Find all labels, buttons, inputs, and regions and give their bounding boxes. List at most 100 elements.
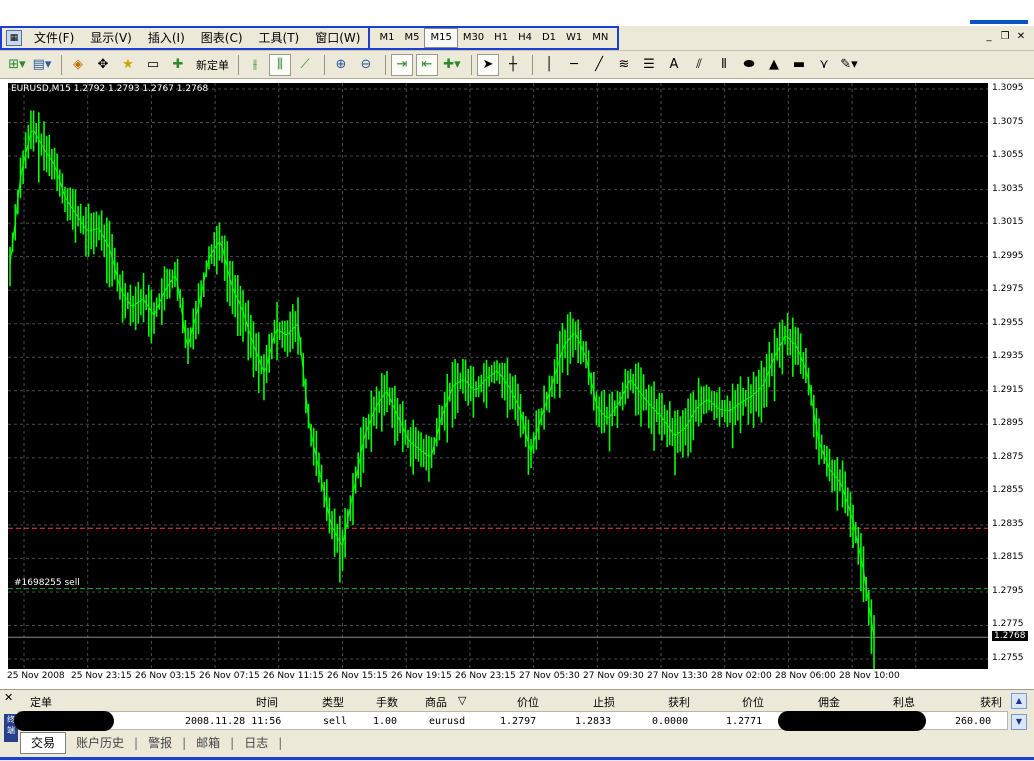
col-type[interactable]: 类型 [322,694,344,710]
tab-mailbox[interactable]: 邮箱 [186,733,230,753]
new-order-icon[interactable]: ✚ [167,54,189,76]
time-tick-label: 27 Nov 05:30 [519,671,580,681]
fibonacci-retracement-icon[interactable]: ☰ [638,54,660,76]
menu-charts[interactable]: 图表(C) [193,28,251,48]
timeframe-m5[interactable]: M5 [399,29,424,47]
timeframe-bar: M1 M5 M15 M30 H1 H4 D1 W1 MN [370,26,620,50]
vertical-line-icon[interactable]: │ [538,54,560,76]
col-swap[interactable]: 利息 [893,694,915,710]
terminal-icon[interactable]: ▭ [142,54,164,76]
profiles-icon[interactable]: ▤▾ [31,54,53,76]
col-order[interactable]: 定单 [30,694,52,710]
toolbar-separator [471,54,472,75]
chart-shift-icon[interactable]: ⇤ [416,53,438,76]
price-tick-label: 1.2955 [992,317,1024,328]
fibonacci-expansion-icon[interactable]: ⋎ [813,54,835,76]
cycle-lines-icon[interactable]: ⦀ [713,54,735,76]
timeframe-m1[interactable]: M1 [374,29,399,47]
timeframe-w1[interactable]: W1 [561,29,587,47]
trendline-icon[interactable]: ╱ [588,54,610,76]
price-tick-label: 1.2775 [992,619,1024,630]
new-chart-icon[interactable]: ⊞▾ [6,54,28,76]
arrows-icon[interactable]: ✎▾ [838,54,860,76]
menu-window[interactable]: 窗口(W) [307,28,368,48]
bar-chart-icon[interactable]: ⫲ [244,54,266,76]
horizontal-line-icon[interactable]: ─ [563,54,585,76]
line-chart-icon[interactable]: ⟋ [294,54,316,76]
minimize-icon[interactable]: _ [982,30,996,44]
toolbar-separator [532,54,533,75]
col-commission[interactable]: 佣金 [818,694,840,710]
timeframe-m15[interactable]: M15 [424,28,458,48]
cursor-icon[interactable]: ➤ [477,53,499,76]
price-tick-label: 1.2915 [992,384,1024,395]
chart-window[interactable] [0,80,1034,685]
terminal-tabs: 交易 账户历史 | 警报 | 邮箱 | 日志 | [20,732,282,754]
terminal-panel: ✕ 终端 定单 时间 类型 手数 商品 ▽ 价位 止损 获利 价位 佣金 利息 … [0,689,1034,761]
price-tick-label: 1.2815 [992,552,1024,563]
price-tick-label: 1.2855 [992,485,1024,496]
crosshair-icon[interactable]: ┼ [502,54,524,76]
zoom-out-icon[interactable]: ⊖ [355,54,377,76]
close-icon[interactable]: ✕ [1014,30,1028,44]
col-stop-loss[interactable]: 止损 [593,694,615,710]
text-icon[interactable]: A [663,54,685,76]
tab-trade[interactable]: 交易 [20,732,67,754]
col-time[interactable]: 时间 [256,694,278,710]
col-open-price[interactable]: 价位 [517,694,539,710]
col-symbol[interactable]: 商品 [425,694,447,710]
cell-lots: 1.00 [373,716,398,727]
toolbar: ⊞▾ ▤▾ ◈ ✥ ★ ▭ ✚ 新定单 ⫲ ⫼ ⟋ ⊕ ⊖ ⇥ ⇤ ✚▾ ➤ ┼… [0,51,1034,79]
tab-alerts[interactable]: 警报 [138,733,182,753]
close-icon[interactable]: ✕ [4,691,13,704]
candle-chart-icon[interactable]: ⫼ [269,53,291,76]
menu-view[interactable]: 显示(V) [82,28,140,48]
menu-insert[interactable]: 插入(I) [140,28,193,48]
time-tick-label: 26 Nov 11:15 [263,671,324,681]
time-tick-label: 25 Nov 2008 [7,671,65,681]
price-tick-label: 1.3035 [992,183,1024,194]
redacted-order-id [14,711,114,731]
app-icon[interactable]: ▦ [6,30,22,46]
navigator-icon[interactable]: ✥ [92,54,114,76]
indicators-icon[interactable]: ✚▾ [441,54,463,76]
price-tick-label: 1.3055 [992,150,1024,161]
rectangle-icon[interactable]: ▬ [788,54,810,76]
channel-icon[interactable]: ⫽ [688,54,710,76]
col-profit[interactable]: 获利 [980,694,1002,710]
new-order-button[interactable]: 新定单 [192,57,233,73]
scroll-down-icon[interactable]: ▼ [1011,714,1027,730]
menu-file[interactable]: 文件(F) [26,28,82,48]
market-watch-icon[interactable]: ◈ [67,54,89,76]
autoscroll-icon[interactable]: ⇥ [391,53,413,76]
menu-tools[interactable]: 工具(T) [251,28,308,48]
col-take-profit[interactable]: 获利 [668,694,690,710]
fibonacci-fan-icon[interactable]: ≋ [613,54,635,76]
timeframe-mn[interactable]: MN [587,29,613,47]
time-tick-label: 26 Nov 23:15 [455,671,516,681]
timeframe-d1[interactable]: D1 [537,29,561,47]
zoom-in-icon[interactable]: ⊕ [330,54,352,76]
price-chart[interactable] [8,83,988,671]
time-tick-label: 27 Nov 13:30 [647,671,708,681]
restore-icon[interactable]: ❐ [998,30,1012,44]
price-tick-label: 1.2935 [992,351,1024,362]
timeframe-h1[interactable]: H1 [489,29,513,47]
cell-stop-loss: 1.2833 [575,716,612,727]
sort-icon[interactable]: ▽ [458,694,466,707]
timeframe-h4[interactable]: H4 [513,29,537,47]
triangle-icon[interactable]: ▲ [763,54,785,76]
price-axis: 1.3095 1.3075 1.3055 1.3035 1.3015 1.2995 1.29… [988,80,1034,685]
col-price[interactable]: 价位 [742,694,764,710]
tab-journal[interactable]: 日志 [234,733,278,753]
tab-account-history[interactable]: 账户历史 [66,733,134,753]
price-tick-label: 1.3075 [992,116,1024,127]
price-tick-label: 1.3095 [992,83,1024,93]
favorites-icon[interactable]: ★ [117,54,139,76]
col-lots[interactable]: 手数 [376,694,398,710]
timeframe-m30[interactable]: M30 [458,29,489,47]
scroll-up-icon[interactable]: ▲ [1011,693,1027,709]
time-tick-label: 26 Nov 15:15 [327,671,388,681]
chart-canvas[interactable] [8,83,988,671]
ellipse-icon[interactable]: ⬬ [738,54,760,76]
